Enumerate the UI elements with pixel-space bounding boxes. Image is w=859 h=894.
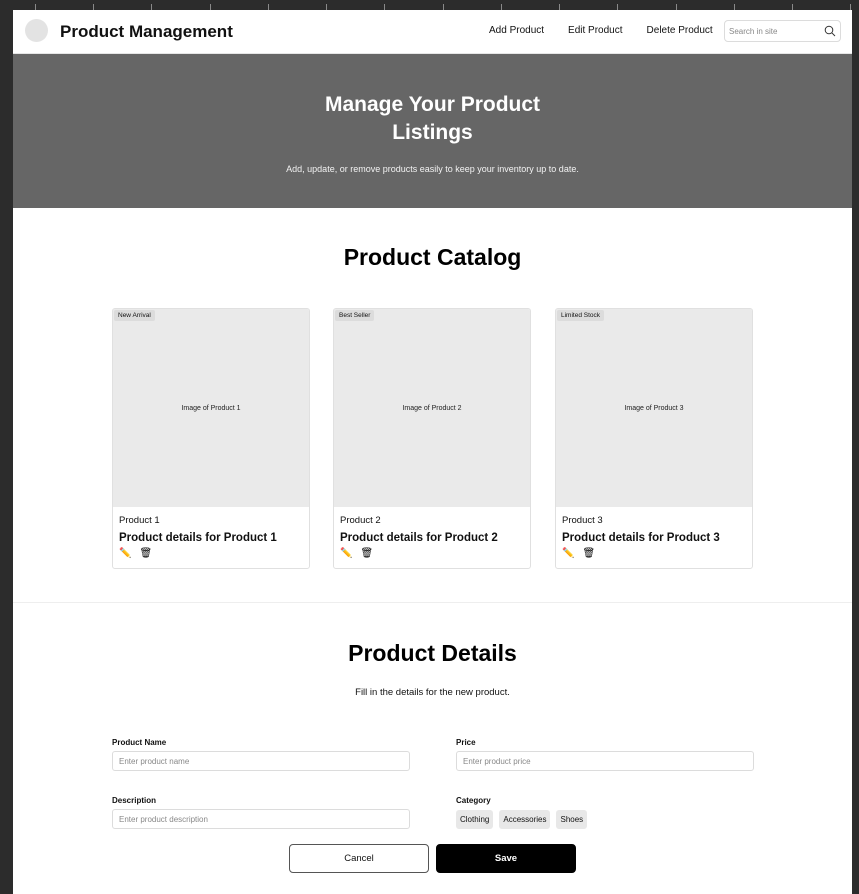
product-name-label: Product Name xyxy=(112,738,167,747)
price-input[interactable] xyxy=(456,751,754,771)
search-box xyxy=(724,20,841,42)
image-label: Image of Product 1 xyxy=(181,404,241,412)
category-option-shoes[interactable]: Shoes xyxy=(556,810,588,829)
product-name-field: Product Name xyxy=(112,738,410,771)
site-header: Product Management Add Product Edit Prod… xyxy=(13,10,852,54)
product-image: New Arrival Image of Product 1 xyxy=(113,309,309,507)
hero-title: Manage Your Product Listings xyxy=(324,93,541,144)
nav-edit-product[interactable]: Edit Product xyxy=(568,25,622,36)
product-cards: New Arrival Image of Product 1 Product 1… xyxy=(13,308,852,569)
category-option-accessories[interactable]: Accessories xyxy=(499,810,551,829)
delete-icon[interactable]: 🗑 xyxy=(360,548,373,559)
product-name: Product 2 xyxy=(340,515,381,526)
product-badge: Best Seller xyxy=(335,310,375,321)
main-nav: Add Product Edit Product Delete Product xyxy=(489,25,737,36)
nav-add-product[interactable]: Add Product xyxy=(489,25,544,36)
product-catalog: Product Catalog New Arrival Image of Pro… xyxy=(13,208,852,603)
cancel-button[interactable]: Cancel xyxy=(289,844,429,873)
delete-icon[interactable]: 🗑 xyxy=(139,548,152,559)
save-button[interactable]: Save xyxy=(436,844,576,873)
product-name: Product 3 xyxy=(562,515,603,526)
category-option-clothing[interactable]: Clothing xyxy=(456,810,494,829)
edit-icon[interactable]: ✏️ xyxy=(562,548,574,559)
page-frame: Product Management Add Product Edit Prod… xyxy=(13,10,852,894)
delete-icon[interactable]: 🗑 xyxy=(582,548,595,559)
product-name-input[interactable] xyxy=(112,751,410,771)
category-options: Clothing Accessories Shoes xyxy=(456,810,754,829)
canvas-ruler xyxy=(0,0,859,10)
nav-delete-product[interactable]: Delete Product xyxy=(647,25,713,36)
site-title: Product Management xyxy=(60,22,233,41)
hero-banner: Manage Your Product Listings Add, update… xyxy=(13,54,852,208)
edit-icon[interactable]: ✏️ xyxy=(340,548,352,559)
price-label: Price xyxy=(456,738,476,747)
product-form: Product Name Price Description Category … xyxy=(13,738,852,888)
product-card[interactable]: Best Seller Image of Product 2 Product 2… xyxy=(333,308,531,569)
search-icon[interactable] xyxy=(824,25,836,37)
product-details: Product details for Product 3 xyxy=(562,532,720,544)
product-image: Limited Stock Image of Product 3 xyxy=(556,309,752,507)
image-label: Image of Product 2 xyxy=(402,404,462,412)
product-badge: Limited Stock xyxy=(557,310,605,321)
product-card[interactable]: New Arrival Image of Product 1 Product 1… xyxy=(112,308,310,569)
product-card[interactable]: Limited Stock Image of Product 3 Product… xyxy=(555,308,753,569)
category-label: Category xyxy=(456,796,491,805)
edit-icon[interactable]: ✏️ xyxy=(119,548,131,559)
logo[interactable] xyxy=(25,19,48,42)
search-input[interactable] xyxy=(725,26,821,36)
product-name: Product 1 xyxy=(119,515,160,526)
image-label: Image of Product 3 xyxy=(624,404,684,412)
catalog-title: Product Catalog xyxy=(343,244,522,270)
description-input[interactable] xyxy=(112,809,410,829)
details-subtitle: Fill in the details for the new product. xyxy=(355,687,510,698)
description-field: Description xyxy=(112,796,410,829)
category-field: Category Clothing Accessories Shoes xyxy=(456,796,754,829)
details-title: Product Details xyxy=(348,640,517,666)
hero-subtitle: Add, update, or remove products easily t… xyxy=(286,164,579,174)
product-details-form: Product Details Fill in the details for … xyxy=(13,603,852,894)
description-label: Description xyxy=(112,796,157,805)
price-field: Price xyxy=(456,738,754,771)
product-details: Product details for Product 1 xyxy=(119,532,277,544)
product-badge: New Arrival xyxy=(114,310,155,321)
product-image: Best Seller Image of Product 2 xyxy=(334,309,530,507)
product-details: Product details for Product 2 xyxy=(340,532,498,544)
